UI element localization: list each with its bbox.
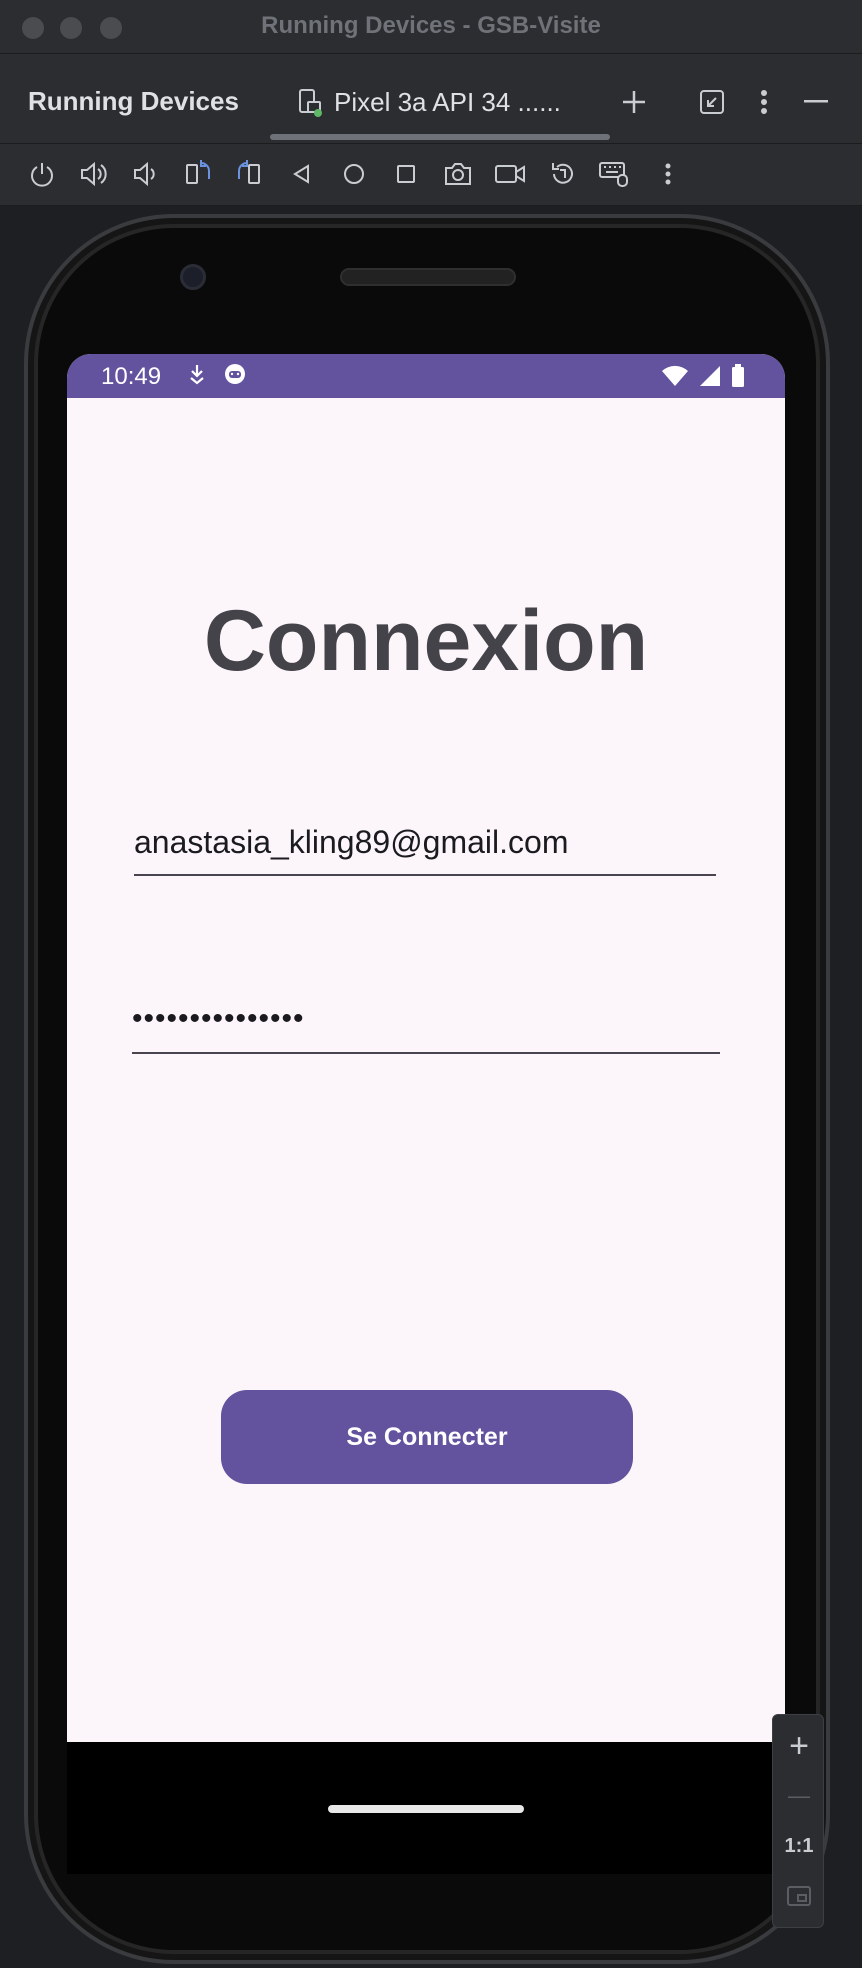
zoom-fit-button[interactable] xyxy=(773,1871,825,1921)
restore-window-icon[interactable] xyxy=(694,84,730,120)
zoom-in-button[interactable]: + xyxy=(773,1721,825,1771)
screen-record-icon[interactable] xyxy=(492,156,528,192)
home-icon[interactable] xyxy=(336,156,372,192)
more-options-icon[interactable] xyxy=(746,84,782,120)
window-title: Running Devices - GSB-Visite xyxy=(261,12,601,39)
front-camera xyxy=(180,264,206,290)
zoom-out-button[interactable]: — xyxy=(773,1771,825,1821)
add-device-icon[interactable] xyxy=(616,84,652,120)
phone-chin xyxy=(67,1784,785,1874)
android-notification-icon xyxy=(225,364,245,384)
zoom-actual-size-button[interactable]: 1:1 xyxy=(773,1821,825,1871)
volume-up-icon[interactable] xyxy=(76,156,112,192)
keyboard-mouse-icon[interactable] xyxy=(596,156,632,192)
battery-icon xyxy=(732,364,744,387)
reset-icon[interactable] xyxy=(544,156,580,192)
cellular-signal-icon xyxy=(700,366,720,386)
device-toolbar xyxy=(0,144,862,206)
fit-screen-icon xyxy=(787,1886,811,1906)
window-titlebar: Running Devices - GSB-Visite xyxy=(0,0,862,54)
earpiece-speaker xyxy=(340,268,516,286)
navigation-bar xyxy=(67,1742,785,1784)
screenshot-icon[interactable] xyxy=(440,156,476,192)
device-tab[interactable]: Pixel 3a API 34 ...... xyxy=(296,82,561,122)
zoom-controls: + — 1:1 xyxy=(772,1714,824,1928)
login-button[interactable]: Se Connecter xyxy=(221,1390,633,1484)
phone-screen[interactable]: 10:49 Connexion anastasia_kling89@gmail.… xyxy=(67,354,785,1784)
tool-window-title: Running Devices xyxy=(28,86,239,116)
login-heading: Connexion xyxy=(203,593,649,689)
volume-down-icon[interactable] xyxy=(128,156,164,192)
gesture-home-handle[interactable] xyxy=(328,1805,524,1813)
download-notification-icon xyxy=(190,365,204,385)
rotate-left-icon[interactable] xyxy=(180,156,216,192)
back-icon[interactable] xyxy=(284,156,320,192)
email-field[interactable]: anastasia_kling89@gmail.com xyxy=(134,820,716,876)
device-tab-label: Pixel 3a API 34 ...... xyxy=(334,86,561,117)
password-field[interactable]: ••••••••••••••• xyxy=(132,998,720,1054)
status-bar: 10:49 xyxy=(67,354,785,398)
status-time: 10:49 xyxy=(101,363,162,390)
minimize-panel-icon[interactable] xyxy=(798,84,834,120)
rotate-right-icon[interactable] xyxy=(232,156,268,192)
power-icon[interactable] xyxy=(24,156,60,192)
active-tab-indicator xyxy=(270,134,610,140)
tool-window-header: Running Devices Pixel 3a API 34 ...... xyxy=(0,54,862,144)
toolbar-more-icon[interactable] xyxy=(650,156,686,192)
device-icon xyxy=(299,89,322,117)
overview-icon[interactable] xyxy=(388,156,424,192)
wifi-icon xyxy=(662,365,688,386)
